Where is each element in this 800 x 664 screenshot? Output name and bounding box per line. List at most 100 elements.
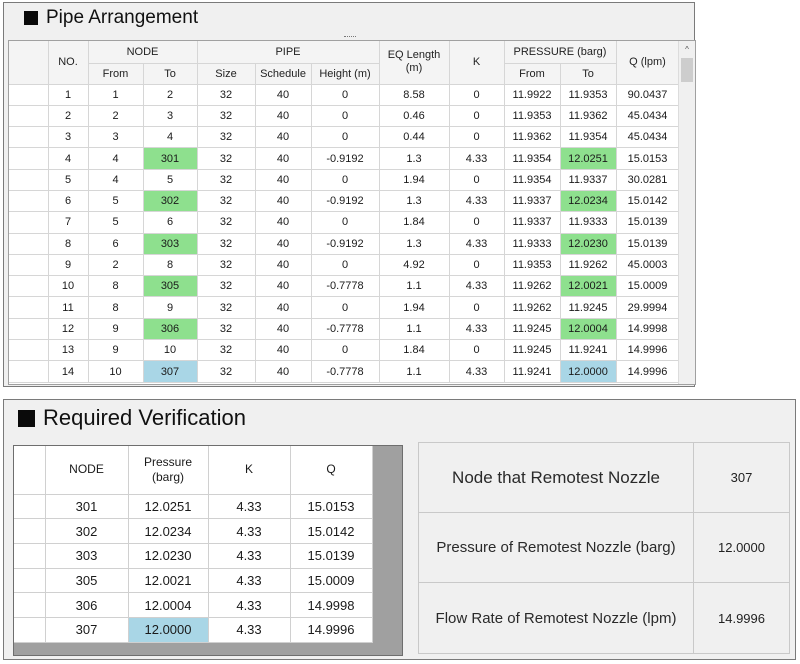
vertical-scrollbar[interactable]: ^: [678, 41, 695, 384]
table-row[interactable]: 303 12.0230 4.33 15.0139: [14, 543, 373, 569]
row-header-cell[interactable]: [14, 518, 46, 544]
cell-node-from[interactable]: 5: [88, 211, 144, 234]
cell-schedule[interactable]: 40: [255, 126, 312, 149]
cell-node-to[interactable]: 303: [143, 233, 198, 255]
cell-eq-length[interactable]: 1.94: [379, 169, 450, 191]
row-header-cell[interactable]: [14, 494, 46, 520]
cell-q[interactable]: 15.0153: [290, 494, 373, 520]
cell-k[interactable]: 0: [449, 254, 505, 277]
cell-size[interactable]: 32: [197, 169, 256, 191]
row-header-cell[interactable]: [9, 169, 49, 191]
cell-q[interactable]: 15.0139: [616, 211, 680, 234]
cell-q[interactable]: 14.9996: [616, 360, 680, 383]
cell-size[interactable]: 32: [197, 254, 256, 277]
cell-eq-length[interactable]: 1.84: [379, 211, 450, 234]
cell-height[interactable]: -0.7778: [311, 275, 380, 298]
cell-height[interactable]: -0.7778: [311, 360, 380, 383]
cell-k[interactable]: 4.33: [449, 318, 505, 341]
cell-pressure[interactable]: 12.0000: [128, 617, 209, 643]
cell-size[interactable]: 32: [197, 233, 256, 255]
cell-k[interactable]: 4.33: [449, 233, 505, 255]
cell-node[interactable]: 306: [45, 592, 129, 618]
cell-eq-length[interactable]: 1.84: [379, 339, 450, 362]
cell-size[interactable]: 32: [197, 190, 256, 213]
row-header-cell[interactable]: [14, 568, 46, 594]
cell-node-from[interactable]: 5: [88, 190, 144, 213]
cell-node-to[interactable]: 5: [143, 169, 198, 191]
cell-size[interactable]: 32: [197, 211, 256, 234]
cell-size[interactable]: 32: [197, 105, 256, 128]
cell-q[interactable]: 14.9996: [290, 617, 373, 643]
cell-no[interactable]: 6: [48, 190, 89, 213]
cell-k[interactable]: 0: [449, 211, 505, 234]
cell-q[interactable]: 90.0437: [616, 84, 680, 106]
cell-pressure-from[interactable]: 11.9354: [504, 169, 561, 191]
row-header-cell[interactable]: [9, 360, 49, 383]
cell-eq-length[interactable]: 1.3: [379, 147, 450, 170]
cell-q[interactable]: 15.0139: [290, 543, 373, 569]
row-header-cell[interactable]: [9, 318, 49, 341]
cell-pressure-to[interactable]: 11.9337: [560, 169, 617, 191]
cell-node-to[interactable]: 2: [143, 84, 198, 106]
cell-pressure-to[interactable]: 12.0234: [560, 190, 617, 213]
table-row[interactable]: 305 12.0021 4.33 15.0009: [14, 568, 373, 594]
cell-pressure-to[interactable]: 12.0230: [560, 233, 617, 255]
cell-eq-length[interactable]: 1.1: [379, 360, 450, 383]
cell-node[interactable]: 305: [45, 568, 129, 594]
cell-height[interactable]: 0: [311, 105, 380, 128]
cell-eq-length[interactable]: 1.3: [379, 233, 450, 255]
cell-no[interactable]: 3: [48, 126, 89, 149]
cell-no[interactable]: 4: [48, 147, 89, 170]
col-header-pressure-to[interactable]: To: [560, 63, 617, 85]
cell-node-from[interactable]: 3: [88, 126, 144, 149]
cell-schedule[interactable]: 40: [255, 318, 312, 341]
cell-k[interactable]: 0: [449, 339, 505, 362]
cell-no[interactable]: 8: [48, 233, 89, 255]
cell-node[interactable]: 307: [45, 617, 129, 643]
cell-pressure-from[interactable]: 11.9262: [504, 275, 561, 298]
cell-height[interactable]: 0: [311, 296, 380, 319]
cell-node-from[interactable]: 8: [88, 296, 144, 319]
cell-eq-length[interactable]: 8.58: [379, 84, 450, 106]
table-row[interactable]: 11 8 9 32 40 0 1.94 0 11.9262 11.9245 29.9994: [9, 296, 680, 319]
cell-height[interactable]: 0: [311, 254, 380, 277]
cell-q[interactable]: 30.0281: [616, 169, 680, 191]
cell-height[interactable]: 0: [311, 211, 380, 234]
table-row[interactable]: 13 9 10 32 40 0 1.84 0 11.9245 11.9241 14.9996: [9, 339, 680, 362]
cell-size[interactable]: 32: [197, 147, 256, 170]
scroll-thumb[interactable]: [681, 58, 693, 82]
cell-eq-length[interactable]: 4.92: [379, 254, 450, 277]
cell-pressure[interactable]: 12.0021: [128, 568, 209, 594]
table-row[interactable]: 306 12.0004 4.33 14.9998: [14, 592, 373, 618]
cell-q[interactable]: 15.0142: [290, 518, 373, 544]
cell-q[interactable]: 14.9996: [616, 339, 680, 362]
cell-height[interactable]: -0.9192: [311, 190, 380, 213]
row-header-cell[interactable]: [9, 190, 49, 213]
scroll-up-arrow-icon[interactable]: ^: [679, 41, 695, 58]
cell-schedule[interactable]: 40: [255, 169, 312, 191]
table-row[interactable]: 3 3 4 32 40 0 0.44 0 11.9362 11.9354 45.0434: [9, 126, 680, 149]
cell-size[interactable]: 32: [197, 296, 256, 319]
cell-size[interactable]: 32: [197, 275, 256, 298]
cell-pressure-from[interactable]: 11.9337: [504, 190, 561, 213]
cell-pressure-to[interactable]: 11.9362: [560, 105, 617, 128]
cell-q[interactable]: 45.0434: [616, 105, 680, 128]
col-header-q[interactable]: Q: [290, 446, 373, 495]
row-header-cell[interactable]: [9, 296, 49, 319]
cell-schedule[interactable]: 40: [255, 233, 312, 255]
cell-eq-length[interactable]: 0.44: [379, 126, 450, 149]
table-row[interactable]: 302 12.0234 4.33 15.0142: [14, 518, 373, 544]
cell-pressure[interactable]: 12.0004: [128, 592, 209, 618]
cell-height[interactable]: 0: [311, 126, 380, 149]
cell-q[interactable]: 15.0009: [290, 568, 373, 594]
cell-pressure-from[interactable]: 11.9337: [504, 211, 561, 234]
col-header-pressure[interactable]: Pressure (barg): [128, 446, 209, 495]
cell-pressure-from[interactable]: 11.9354: [504, 147, 561, 170]
cell-height[interactable]: 0: [311, 339, 380, 362]
cell-no[interactable]: 13: [48, 339, 89, 362]
cell-no[interactable]: 5: [48, 169, 89, 191]
cell-pressure-from[interactable]: 11.9353: [504, 254, 561, 277]
cell-no[interactable]: 11: [48, 296, 89, 319]
cell-q[interactable]: 14.9998: [290, 592, 373, 618]
cell-q[interactable]: 14.9998: [616, 318, 680, 341]
